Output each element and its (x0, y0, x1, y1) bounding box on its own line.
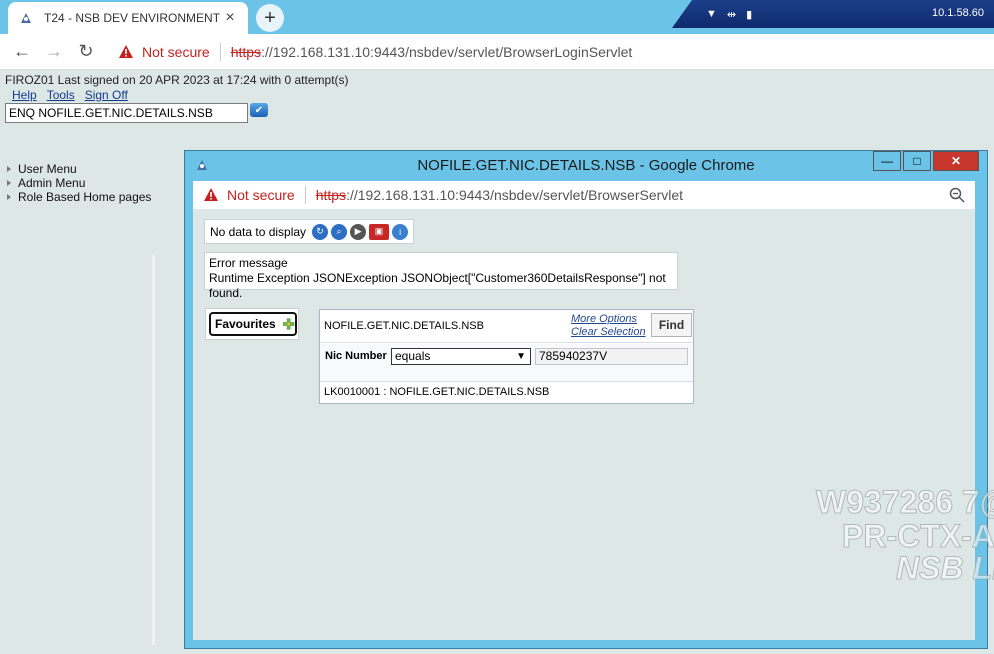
selection-row: Nic Number equals ▼ 785940237V (320, 344, 693, 382)
refresh-icon[interactable]: ↻ (312, 223, 329, 240)
url-scheme: https (315, 187, 347, 203)
play-icon[interactable]: ▶ (350, 223, 367, 240)
info-icon[interactable]: i (392, 223, 409, 240)
error-message-box: Error message Runtime Exception JSONExce… (204, 252, 678, 300)
menu-item-user-menu[interactable]: User Menu (7, 162, 151, 176)
more-options-link[interactable]: More Options (571, 313, 646, 326)
omnibox-separator (304, 186, 306, 204)
enquiry-name: NOFILE.GET.NIC.DETAILS.NSB (324, 320, 484, 332)
tab-strip: T24 - NSB DEV ENVIRONMENT × + ▼ ⇹ ▮ 10.1… (0, 0, 994, 34)
popup-address-bar[interactable]: Not secure https ://192.168.131.10:9443/… (193, 181, 975, 209)
warning-icon (204, 188, 218, 201)
menu-item-admin-menu[interactable]: Admin Menu (7, 176, 151, 190)
operator-value: equals (395, 349, 431, 363)
add-favourite-icon (282, 318, 295, 330)
enquiry-header: NOFILE.GET.NIC.DETAILS.NSB More Options … (320, 310, 693, 343)
find-button[interactable]: Find (651, 313, 692, 337)
browser-tab[interactable]: T24 - NSB DEV ENVIRONMENT × (8, 2, 248, 34)
expand-arrow-icon (7, 166, 11, 172)
minimize-button[interactable]: — (873, 151, 901, 171)
error-title: Error message (209, 256, 288, 270)
toolbox-icon[interactable]: ▣ (369, 223, 390, 240)
tab-close-icon[interactable]: × (222, 10, 238, 26)
nic-number-label: Nic Number (325, 350, 387, 362)
enquiry-footer: LK0010001 : NOFILE.GET.NIC.DETAILS.NSB (324, 386, 550, 398)
t24-favicon-icon (18, 10, 34, 26)
expand-arrow-icon (7, 194, 11, 200)
new-tab-button[interactable]: + (256, 4, 284, 32)
side-menu: User Menu Admin Menu Role Based Home pag… (7, 162, 151, 204)
url-text: ://192.168.131.10:9443/nsbdev/servlet/Br… (346, 187, 684, 203)
search-icon[interactable]: ⌕ (331, 223, 348, 240)
menu-item-role-based-home-pages[interactable]: Role Based Home pages (7, 190, 151, 204)
tools-link[interactable]: Tools (47, 88, 75, 102)
warning-icon (119, 45, 133, 58)
close-button[interactable]: ✕ (933, 151, 979, 171)
clear-selection-link[interactable]: Clear Selection (571, 326, 646, 339)
remote-session-tray: ▼ ⇹ ▮ 10.1.58.60 (672, 0, 994, 28)
menu-label: User Menu (18, 162, 77, 176)
window-controls: — □ ✕ (871, 151, 979, 171)
result-toolbar: No data to display ↻ ⌕ ▶ ▣ i (204, 219, 415, 244)
top-links: Help Tools Sign Off (12, 88, 128, 102)
address-bar[interactable]: Not secure https ://192.168.131.10:9443/… (108, 38, 994, 66)
watermark-line-1: W937286 7@n (815, 484, 994, 521)
favourites-panel: Favourites (205, 308, 299, 340)
not-secure-label: Not secure (227, 187, 295, 203)
back-arrow-icon[interactable]: ← (6, 36, 38, 68)
session-ip: 10.1.58.60 (932, 7, 984, 19)
enquiry-links: More Options Clear Selection (571, 313, 646, 339)
forward-arrow-icon[interactable]: → (38, 36, 70, 68)
nic-number-input[interactable]: 785940237V (535, 348, 688, 365)
chevron-down-icon: ▼ (516, 351, 526, 362)
not-secure-label: Not secure (142, 44, 210, 60)
watermark-line-3: NSB Li (896, 550, 994, 587)
popup-window: NOFILE.GET.NIC.DETAILS.NSB - Google Chro… (184, 150, 988, 649)
help-link[interactable]: Help (12, 88, 37, 102)
reload-icon[interactable]: ↻ (70, 36, 102, 68)
favourites-label: Favourites (215, 317, 276, 331)
menu-label: Role Based Home pages (18, 190, 152, 204)
tab-title: T24 - NSB DEV ENVIRONMENT (44, 11, 221, 25)
browser-toolbar: ← → ↻ Not secure https ://192.168.131.10… (0, 34, 994, 70)
omnibox-separator (219, 43, 221, 61)
favourites-button[interactable]: Favourites (209, 312, 297, 336)
url-scheme: https (230, 44, 262, 60)
popup-titlebar[interactable]: NOFILE.GET.NIC.DETAILS.NSB - Google Chro… (185, 151, 987, 181)
popup-title: NOFILE.GET.NIC.DETAILS.NSB - Google Chro… (417, 157, 755, 174)
dropdown-icon[interactable]: ▼ (706, 8, 717, 20)
url-text: ://192.168.131.10:9443/nsbdev/servlet/Br… (261, 44, 633, 60)
menu-label: Admin Menu (18, 176, 86, 190)
sign-off-link[interactable]: Sign Off (85, 88, 128, 102)
maximize-button[interactable]: □ (903, 151, 931, 171)
frame-divider (152, 255, 155, 645)
last-signed-info: FIROZ01 Last signed on 20 APR 2023 at 17… (5, 73, 349, 87)
go-check-icon[interactable]: ✔ (250, 103, 268, 117)
no-data-message: No data to display (210, 224, 307, 239)
operator-select[interactable]: equals ▼ (391, 348, 531, 365)
command-input[interactable]: ENQ NOFILE.GET.NIC.DETAILS.NSB (5, 103, 248, 123)
expand-arrow-icon (7, 180, 11, 186)
connection-icon[interactable]: ⇹ (727, 8, 736, 21)
zoom-icon[interactable] (949, 187, 965, 203)
error-text: Runtime Exception JSONException JSONObje… (209, 271, 666, 300)
signal-icon: ▮ (746, 8, 753, 21)
popup-content: No data to display ↻ ⌕ ▶ ▣ i Error messa… (193, 209, 975, 640)
enquiry-selection-form: NOFILE.GET.NIC.DETAILS.NSB More Options … (319, 309, 694, 404)
